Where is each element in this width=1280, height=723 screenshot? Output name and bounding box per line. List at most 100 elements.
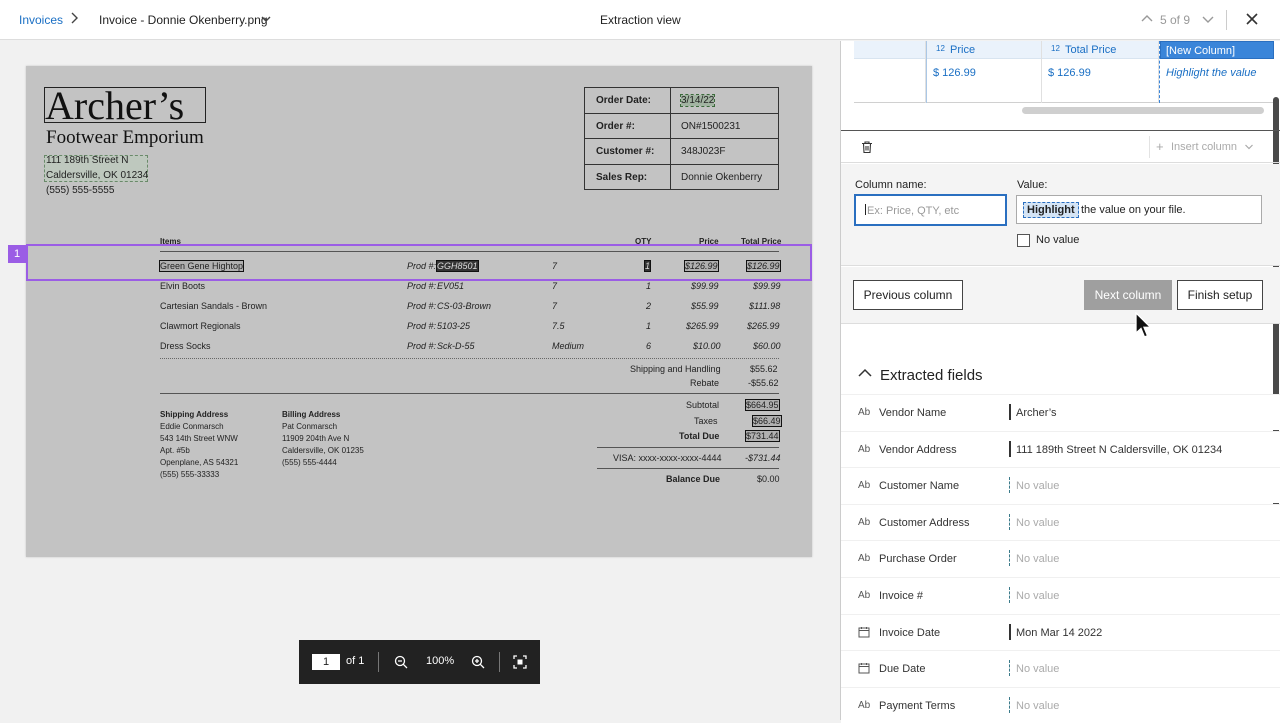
next-column-button[interactable]: Next column bbox=[1084, 280, 1172, 310]
extracted-field-row[interactable]: Ab Invoice # No value bbox=[841, 577, 1280, 613]
row-price[interactable]: $126.99 bbox=[684, 260, 719, 272]
shipping-address-line: (555) 555-33333 bbox=[160, 470, 220, 479]
vendor-logo: Archer’s bbox=[45, 83, 185, 128]
vendor-address-line2: Caldersville, OK 01234 bbox=[46, 170, 149, 181]
divider bbox=[1226, 10, 1227, 30]
row-prod-label: Prod #: bbox=[407, 281, 437, 291]
field-marker bbox=[1009, 696, 1010, 713]
invoice-page[interactable]: Archer’s Footwear Emporium 111 189th Str… bbox=[26, 66, 812, 557]
row-prod: Sck-D-55 bbox=[437, 341, 475, 351]
meta-value: ON#1500231 bbox=[681, 120, 741, 132]
extracted-field-row[interactable]: Ab Vendor Address 111 189th Street N Calde… bbox=[841, 430, 1280, 467]
horizontal-scrollbar[interactable] bbox=[1022, 107, 1264, 114]
page-number-input[interactable]: 1 bbox=[312, 654, 340, 670]
column-header bbox=[854, 41, 925, 59]
row-number-tag: 1 bbox=[8, 245, 26, 263]
meta-label: Order Date: bbox=[596, 95, 652, 106]
extracted-fields-header[interactable]: Extracted fields bbox=[841, 354, 1280, 394]
balance-rule bbox=[597, 468, 779, 469]
line-items-table[interactable]: 12 Price $ 126.99 12 Total Price $ 126.9… bbox=[854, 41, 1274, 103]
document-viewer[interactable]: Archer’s Footwear Emporium 111 189th Str… bbox=[0, 41, 839, 720]
breadcrumb-file-name[interactable]: Invoice - Donnie Okenberry.png bbox=[99, 13, 268, 27]
row-prod-label: Prod #: bbox=[407, 321, 437, 331]
total-due-value[interactable]: $731.44 bbox=[745, 430, 780, 442]
row-qty[interactable]: 1 bbox=[643, 260, 652, 272]
field-value[interactable]: Archer’s bbox=[1016, 407, 1057, 419]
trash-icon[interactable] bbox=[860, 140, 874, 154]
row-item[interactable]: Green Gene Hightop bbox=[158, 260, 245, 272]
table-cell[interactable]: $ 126.99 bbox=[1048, 67, 1091, 79]
field-value[interactable]: No value bbox=[1016, 480, 1059, 492]
field-value[interactable]: 111 189th Street N Caldersville, OK 0123… bbox=[1016, 444, 1222, 456]
row-size: 7 bbox=[552, 261, 558, 271]
column-header[interactable]: [New Column] bbox=[1160, 41, 1274, 59]
chevron-up-icon[interactable] bbox=[857, 366, 873, 378]
table-column-new[interactable]: [New Column] Highlight the value bbox=[1159, 41, 1274, 103]
column-header[interactable]: 12 Total Price bbox=[1042, 41, 1158, 59]
table-column-total-price[interactable]: 12 Total Price $ 126.99 bbox=[1042, 41, 1159, 103]
table-cell[interactable]: $ 126.99 bbox=[933, 67, 976, 79]
extracted-field-row[interactable]: Ab Customer Address No value bbox=[841, 503, 1280, 540]
meta-value-highlighted[interactable]: 3/14/22 bbox=[679, 94, 716, 107]
field-name: Invoice Date bbox=[879, 626, 941, 639]
plus-icon: + bbox=[1156, 139, 1164, 154]
field-value[interactable]: Mon Mar 14 2022 bbox=[1016, 627, 1102, 639]
row-total[interactable]: $126.99 bbox=[746, 260, 781, 272]
next-document-icon[interactable] bbox=[1201, 12, 1215, 26]
column-name-label: Column name: bbox=[855, 179, 927, 191]
column-header-label: Price bbox=[950, 44, 976, 56]
extracted-field-row[interactable]: Ab Payment Terms No value bbox=[841, 686, 1280, 723]
field-value[interactable]: No value bbox=[1016, 700, 1059, 712]
field-value[interactable]: No value bbox=[1016, 590, 1059, 602]
extracted-field-row[interactable]: Ab Purchase Order No value bbox=[841, 540, 1280, 577]
calendar-icon bbox=[858, 663, 870, 674]
table-cell-placeholder[interactable]: Highlight the value bbox=[1166, 67, 1257, 79]
page-title: Extraction view bbox=[600, 13, 681, 27]
shipping-label: Shipping and Handling bbox=[630, 364, 721, 374]
finish-setup-button[interactable]: Finish setup bbox=[1177, 280, 1263, 310]
meta-label: Order #: bbox=[596, 120, 635, 132]
billing-address-line: Caldersville, OK 01235 bbox=[282, 446, 364, 455]
taxes-value[interactable]: $66.49 bbox=[752, 415, 782, 427]
chevron-down-icon[interactable] bbox=[260, 12, 272, 24]
field-marker bbox=[1009, 440, 1011, 457]
field-value[interactable]: No value bbox=[1016, 553, 1059, 565]
table-column-price[interactable]: 12 Price $ 126.99 bbox=[926, 41, 1042, 103]
extracted-field-row[interactable]: Invoice Date Mon Mar 14 2022 bbox=[841, 613, 1280, 650]
breadcrumb-invoices-link[interactable]: Invoices bbox=[19, 13, 63, 27]
zoom-out-icon[interactable] bbox=[393, 654, 409, 670]
extraction-panel: 12 Price $ 126.99 12 Total Price $ 126.9… bbox=[840, 41, 1280, 723]
payment-rule bbox=[597, 447, 779, 448]
mouse-cursor-icon bbox=[1135, 312, 1153, 338]
previous-document-icon[interactable] bbox=[1140, 12, 1154, 26]
field-value[interactable]: No value bbox=[1016, 517, 1059, 529]
vendor-logo-subtitle: Footwear Emporium bbox=[46, 127, 204, 148]
table-toolbar: + Insert column bbox=[841, 130, 1280, 163]
row-qty: 2 bbox=[646, 301, 652, 311]
field-value[interactable]: No value bbox=[1016, 663, 1059, 675]
no-value-label[interactable]: No value bbox=[1036, 234, 1079, 246]
billing-address-line: (555) 555-4444 bbox=[282, 458, 337, 467]
row-qty: 1 bbox=[646, 281, 652, 291]
insert-column-button[interactable]: + Insert column bbox=[1149, 136, 1261, 158]
row-prod-label: Prod #: bbox=[407, 301, 437, 311]
row-prod[interactable]: GGH8501 bbox=[436, 260, 479, 272]
zoom-in-icon[interactable] bbox=[470, 654, 486, 670]
row-item: Elvin Boots bbox=[160, 281, 206, 291]
shipping-address-line: Eddie Conmarsch bbox=[160, 422, 224, 431]
column-header[interactable]: 12 Price bbox=[927, 41, 1041, 59]
value-highlight-chip: Highlight bbox=[1023, 202, 1079, 218]
no-value-checkbox[interactable] bbox=[1017, 234, 1030, 247]
subtotal-value[interactable]: $664.95 bbox=[745, 399, 780, 411]
shipping-address-line: Openplane, AS 54321 bbox=[160, 458, 239, 467]
order-meta-table: Order Date: 3/14/22 Order #: ON#1500231 … bbox=[584, 87, 779, 190]
extracted-field-row[interactable]: Due Date No value bbox=[841, 650, 1280, 687]
extracted-field-row[interactable]: Ab Vendor Name Archer’s bbox=[841, 394, 1280, 430]
column-name-input[interactable]: Ex: Price, QTY, etc bbox=[854, 194, 1007, 226]
fit-to-screen-icon[interactable] bbox=[512, 654, 528, 670]
previous-column-button[interactable]: Previous column bbox=[853, 280, 963, 310]
extracted-field-row[interactable]: Ab Customer Name No value bbox=[841, 467, 1280, 504]
value-field[interactable]: Highlight the value on your file. bbox=[1016, 195, 1262, 224]
close-icon[interactable] bbox=[1244, 11, 1260, 27]
row-total: $265.99 bbox=[747, 321, 780, 331]
